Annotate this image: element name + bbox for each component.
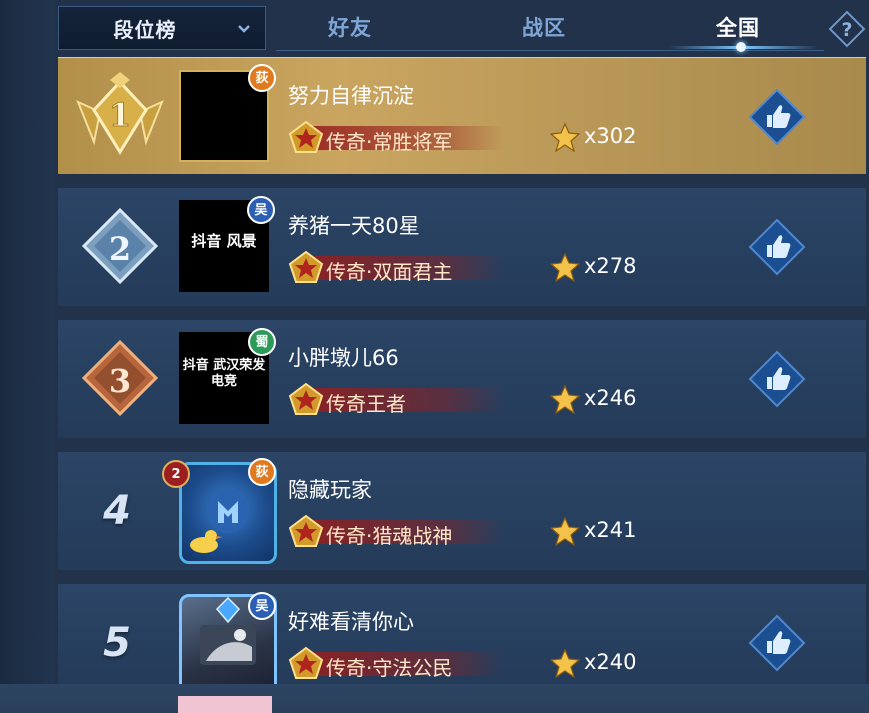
legend-rank-emblem-icon (288, 382, 324, 415)
rank-title-text: 传奇·猎魂战神 (326, 524, 453, 548)
rank-title-text: 传奇·守法公民 (326, 656, 453, 680)
rank-title-text: 传奇·双面君主 (326, 260, 453, 284)
svg-text:?: ? (841, 19, 852, 41)
like-button-icon[interactable] (748, 218, 806, 276)
question-diamond-icon[interactable]: ? (828, 10, 866, 48)
rank-number-3: 3 (109, 362, 131, 400)
star-icon (550, 252, 580, 282)
player-name: 好难看清你心 (288, 610, 414, 634)
server-badge: 吴 (247, 196, 275, 224)
star-icon (550, 384, 580, 414)
tab-war-zone[interactable]: 战区 (522, 12, 566, 42)
leaderboard-row-1[interactable]: 1 荻 努力自律沉淀 传奇·常胜将军 x302 (58, 57, 866, 174)
rank-title: 传奇·猎魂战神 (286, 514, 546, 548)
dropdown-label: 段位榜 (113, 17, 177, 42)
server-badge: 蜀 (248, 328, 276, 356)
rank-title: 传奇·守法公民 (286, 646, 546, 680)
player-name: 努力自律沉淀 (288, 84, 414, 108)
star-count: x241 (550, 514, 660, 548)
player-name: 隐藏玩家 (288, 478, 372, 502)
star-count: x302 (550, 120, 660, 154)
crystal-decoration-icon (215, 597, 241, 623)
leaderboard-row-3[interactable]: 3 抖音 武汉荣发电竞 蜀 小胖墩儿66 传奇王者 x246 (58, 320, 866, 438)
rank-title-text: 传奇·常胜将军 (326, 130, 453, 154)
legend-rank-emblem-icon (288, 646, 324, 679)
like-button-icon[interactable] (748, 614, 806, 672)
legend-rank-emblem-icon (288, 120, 324, 153)
star-count-text: x278 (584, 254, 637, 278)
rank-title-text: 传奇王者 (326, 392, 406, 416)
silver-rank-badge-icon: 2 (81, 207, 159, 285)
star-count: x240 (550, 646, 660, 680)
bronze-rank-badge-icon: 3 (81, 339, 159, 417)
leaderboard-row-2[interactable]: 2 抖音 风景 吴 养猪一天80星 传奇·双面君主 x278 (58, 188, 866, 306)
ranking-type-dropdown[interactable]: 段位榜 (58, 6, 266, 50)
like-button-icon[interactable] (748, 350, 806, 408)
rank-number: 5 (103, 620, 131, 666)
server-badge: 吴 (248, 592, 276, 620)
star-count: x246 (550, 382, 660, 416)
left-strip (0, 0, 54, 713)
photo-avatar-icon (200, 625, 256, 665)
chevron-down-icon (238, 25, 250, 33)
rank-number-2: 2 (109, 230, 131, 268)
legend-rank-emblem-icon (288, 514, 324, 547)
avatar-caption: 抖音 风景 (191, 232, 257, 250)
leaderboard-row-5[interactable]: 5 吴 好难看清你心 传奇·守法公民 x240 (58, 584, 866, 696)
next-row-peek (0, 684, 869, 713)
tab-national[interactable]: 全国 (716, 12, 760, 42)
star-count-text: x246 (584, 386, 637, 410)
avatar-level-badge: 2 (162, 460, 190, 488)
star-icon (550, 516, 580, 546)
header: 段位榜 好友 战区 全国 ? (0, 0, 869, 56)
scope-tabs: 好友 战区 全国 (276, 6, 824, 52)
like-button-icon[interactable] (748, 88, 806, 146)
star-count-text: x240 (584, 650, 637, 674)
tab-friends[interactable]: 好友 (328, 12, 372, 42)
rank-number-1: 1 (109, 96, 131, 134)
rank-title: 传奇·常胜将军 (286, 120, 546, 154)
server-badge: 荻 (248, 64, 276, 92)
legend-rank-emblem-icon (288, 250, 324, 283)
star-count: x278 (550, 250, 660, 284)
player-name: 养猪一天80星 (288, 214, 420, 238)
avatar-caption: 抖音 武汉荣发电竞 (182, 358, 266, 389)
star-count-text: x241 (584, 518, 637, 542)
star-icon (550, 122, 580, 152)
player-name: 小胖墩儿66 (288, 346, 399, 370)
active-tab-dot (736, 42, 746, 52)
gold-rank-badge-icon: 1 (76, 72, 164, 155)
server-badge: 荻 (248, 458, 276, 486)
leaderboard-row-4[interactable]: 4 2 荻 隐藏玩家 传奇·猎魂战神 x241 (58, 452, 866, 570)
rank-number: 4 (103, 488, 131, 534)
star-icon (550, 648, 580, 678)
rank-title: 传奇王者 (286, 382, 546, 416)
next-row-avatar-peek (178, 696, 272, 713)
star-count-text: x302 (584, 124, 637, 148)
rank-title: 传奇·双面君主 (286, 250, 546, 284)
duck-decoration-icon (190, 530, 222, 553)
